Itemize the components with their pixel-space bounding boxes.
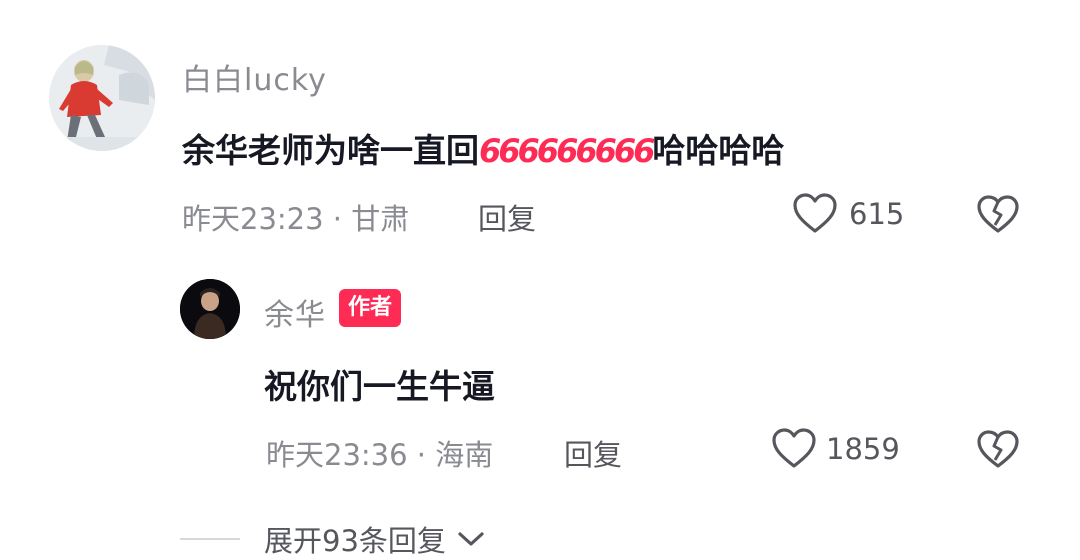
comment-text-start: 余华老师为啥一直回 bbox=[182, 131, 479, 170]
heart-outline-icon[interactable] bbox=[792, 192, 838, 234]
expand-divider-line bbox=[180, 538, 240, 540]
commenter-username[interactable]: 白白lucky bbox=[182, 55, 327, 99]
comment-reply-button[interactable]: 回复 bbox=[478, 196, 536, 238]
reply-meta: 昨天23:36 · 海南 bbox=[266, 438, 494, 472]
reply-like-count: 1859 bbox=[826, 432, 900, 466]
broken-heart-icon[interactable] bbox=[976, 194, 1020, 234]
666-emoji-2: 666 bbox=[536, 132, 598, 170]
broken-heart-icon[interactable] bbox=[976, 429, 1020, 469]
666-emoji-1: 666 bbox=[479, 132, 540, 170]
heart-outline-icon[interactable] bbox=[771, 427, 817, 469]
comment-text-end: 哈哈哈哈 bbox=[652, 131, 785, 170]
chevron-down-icon bbox=[456, 530, 486, 548]
reply-text: 祝你们一生牛逼 bbox=[264, 367, 495, 406]
comment-text: 余华老师为啥一直回666666666哈哈哈哈 bbox=[182, 124, 784, 172]
author-badge: 作者 bbox=[339, 289, 402, 327]
comment-meta: 昨天23:23 · 甘肃 bbox=[182, 202, 410, 236]
expand-replies-button[interactable]: 展开93条回复 bbox=[264, 518, 486, 560]
comment-like-count: 615 bbox=[849, 197, 905, 231]
author-avatar[interactable] bbox=[180, 279, 240, 339]
reply-reply-button[interactable]: 回复 bbox=[564, 432, 622, 474]
commenter-avatar[interactable] bbox=[49, 45, 155, 151]
expand-replies-label: 展开93条回复 bbox=[264, 524, 446, 558]
666-emoji-3: 666 bbox=[594, 132, 656, 170]
author-username[interactable]: 余华 bbox=[264, 290, 326, 334]
